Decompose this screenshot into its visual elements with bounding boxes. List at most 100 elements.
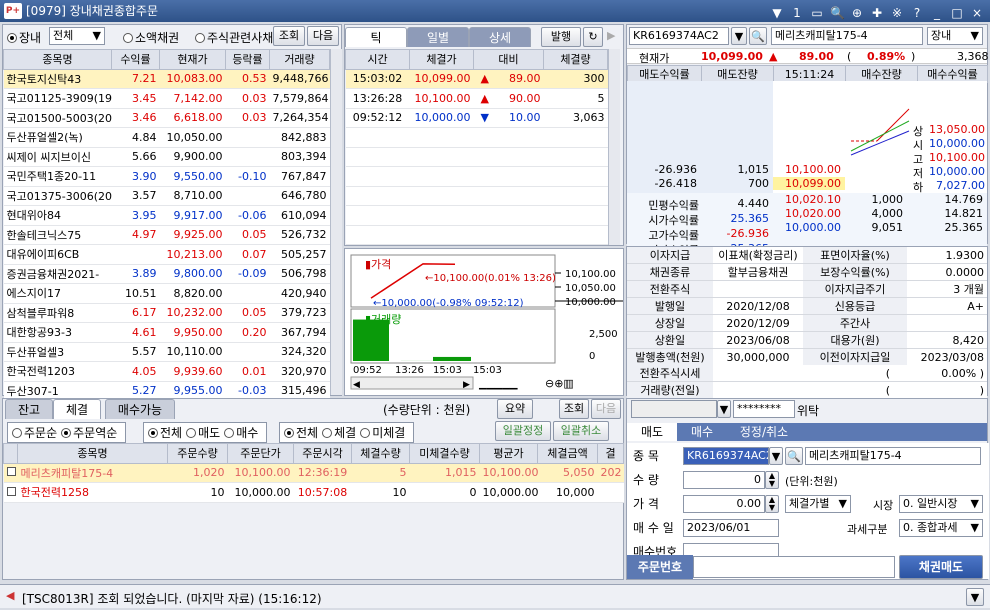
list-row[interactable]: 한솔테크닉스75 4.97 9,925.00 0.05 526,732 xyxy=(3,225,330,245)
tick-tab-2[interactable]: 상세 xyxy=(469,27,531,47)
fill-radio-1[interactable]: 체결 xyxy=(322,426,356,440)
tax-type-select[interactable]: 0. 종합과세 ▼ xyxy=(899,519,983,537)
market-type-select[interactable]: 0. 일반시장 ▼ xyxy=(899,495,983,513)
side-radio-0[interactable]: 전체 xyxy=(148,426,182,440)
list-header[interactable]: 수익률 xyxy=(111,49,160,70)
memo-icon[interactable]: ▼ xyxy=(770,2,784,24)
row-checkbox[interactable] xyxy=(3,463,18,483)
list-row[interactable]: 씨제이 씨지브이신 5.66 9,900.00 803,394 xyxy=(3,147,330,167)
sell-bond-button[interactable]: 채권매도 xyxy=(899,555,983,579)
buy-date-input[interactable]: 2023/06/01 xyxy=(683,519,779,537)
entry-search-icon[interactable]: 🔍 xyxy=(785,447,803,465)
order-row[interactable]: 메리츠캐피탈175-4 1,020 10,100.00 12:36:19 5 1,015 1… xyxy=(3,463,624,483)
bond-name: 두산퓨얼셀2(녹) xyxy=(3,127,112,148)
star-icon[interactable]: ※ xyxy=(890,2,904,24)
close-icon[interactable]: × xyxy=(970,2,984,24)
list-row[interactable]: 현대위아84 3.95 9,917.00 -0.06 610,094 xyxy=(3,205,330,226)
orders-query-button[interactable]: 조회 xyxy=(559,399,589,419)
minimize-icon[interactable]: _ xyxy=(930,2,944,24)
list-row[interactable]: 한국전력1203 4.05 9,939.60 0.01 320,970 xyxy=(3,361,330,382)
list-scrollbar[interactable] xyxy=(330,49,342,395)
list-row[interactable]: 한국토지신탁43 7.21 10,083.00 0.53 9,448,766 xyxy=(3,69,330,89)
order-row[interactable]: 한국전력1258 10 10,000.00 10:57:08 10 0 10,000.00 1… xyxy=(3,482,624,503)
entry-code-input[interactable]: KR6169374AC2 xyxy=(683,447,769,465)
restore-icon[interactable]: □ xyxy=(950,2,964,24)
tick-scrollbar[interactable] xyxy=(608,49,620,245)
zoom-out-icon[interactable]: ▭ xyxy=(810,2,824,24)
bond-name: 한국토지신탁43 xyxy=(3,69,112,89)
account-dropdown[interactable]: ▼ xyxy=(717,400,731,418)
tick-volume: 5 xyxy=(543,88,608,109)
add-icon[interactable]: ⊕ xyxy=(850,2,864,24)
price-type-select[interactable]: 체결가별 ▼ xyxy=(785,495,851,513)
list-header[interactable]: 종목명 xyxy=(3,49,112,70)
cell: 646,780 xyxy=(269,186,330,206)
list-row[interactable]: 두산퓨얼셀2(녹) 4.84 10,050.00 842,883 xyxy=(3,127,330,148)
quantity-stepper[interactable]: ▲ ▼ xyxy=(765,471,779,489)
status-dropdown[interactable]: ▼ xyxy=(966,588,984,606)
list-row[interactable]: 증권금융채권2021- 3.89 9,800.00 -0.09 506,798 xyxy=(3,264,330,284)
info-label: 신용등급 xyxy=(803,297,907,316)
filter-radio-0[interactable]: 장내 xyxy=(7,29,41,46)
entry-code-dropdown[interactable]: ▼ xyxy=(769,447,783,465)
orders-tab-0[interactable]: 잔고 xyxy=(5,399,53,419)
order-number-input[interactable] xyxy=(693,556,895,578)
orders-tab-2[interactable]: 매수가능 xyxy=(105,399,175,419)
bid-yield: 14.821 xyxy=(944,207,984,220)
select-all-checkbox[interactable] xyxy=(3,443,18,464)
cell: 9,448,766 xyxy=(269,69,330,89)
entry-tab-1[interactable]: 매수 xyxy=(677,423,727,441)
side-radio-2[interactable]: 매수 xyxy=(224,426,258,440)
issue-button[interactable]: 발행 xyxy=(541,27,581,47)
list-header[interactable]: 거래량 xyxy=(269,49,330,70)
side-radio-1[interactable]: 매도 xyxy=(186,426,220,440)
password-field[interactable]: ******** xyxy=(733,400,795,418)
fill-radio-0[interactable]: 전체 xyxy=(284,426,318,440)
list-row[interactable]: 두산퓨얼셀3 5.57 10,110.00 324,320 xyxy=(3,342,330,362)
zoom-in-icon[interactable]: 🔍 xyxy=(830,2,845,24)
code-input[interactable]: KR6169374AC2 xyxy=(629,27,729,45)
entry-tab-0[interactable]: 매도 xyxy=(627,423,677,441)
market-select[interactable]: 장내 ▼ xyxy=(927,27,983,45)
sort-radio-1[interactable]: 주문역순 xyxy=(61,426,117,440)
tick-tab-0[interactable]: 틱 xyxy=(345,27,407,47)
summary-button[interactable]: 요약 xyxy=(497,399,533,419)
list-row[interactable]: 대유에이피6CB 10,213.00 0.07 505,257 xyxy=(3,244,330,265)
sort-radio-0[interactable]: 주문순 xyxy=(12,426,57,440)
tick-tab-1[interactable]: 일별 xyxy=(407,27,469,47)
list-row[interactable]: 삼척블루파워8 6.17 10,232.00 0.05 379,723 xyxy=(3,303,330,323)
price-input[interactable]: 0.00 xyxy=(683,495,765,513)
row-checkbox[interactable] xyxy=(3,482,18,503)
list-next-button[interactable]: 다음 xyxy=(307,26,339,46)
pin-icon[interactable]: ✚ xyxy=(870,2,884,24)
list-header[interactable]: 등락률 xyxy=(225,49,270,70)
orders-tab-1[interactable]: 체결 xyxy=(53,399,101,419)
play-icon[interactable]: ▶ xyxy=(607,29,615,42)
bond-name: 국고01375-3006(20 xyxy=(3,186,112,206)
filter-radio-1[interactable]: 소액채권 xyxy=(123,29,179,46)
search-icon[interactable]: 🔍 xyxy=(749,27,767,45)
account-number[interactable] xyxy=(631,400,717,418)
price-stepper[interactable]: ▲ ▼ xyxy=(765,495,779,513)
info-value: ( xyxy=(713,365,893,383)
orders-next-button[interactable]: 다음 xyxy=(591,399,621,419)
refresh-icon[interactable]: ↻ xyxy=(583,27,603,47)
code-dropdown[interactable]: ▼ xyxy=(731,27,747,45)
list-row[interactable]: 국민주택1종20-11 3.90 9,550.00 -0.10 767,847 xyxy=(3,166,330,187)
1-icon[interactable]: 1 xyxy=(790,2,804,24)
list-header[interactable]: 현재가 xyxy=(159,49,226,70)
bulk-edit-button[interactable]: 일괄정정 xyxy=(495,421,551,441)
category-select[interactable]: 전체 ▼ xyxy=(49,27,105,45)
list-row[interactable]: 국고01500-5003(20 3.46 6,618.00 0.03 7,264,354 xyxy=(3,108,330,128)
list-query-button[interactable]: 조회 xyxy=(273,26,305,46)
filter-radio-2[interactable]: 주식관련사채 xyxy=(195,29,273,46)
bulk-cancel-button[interactable]: 일괄취소 xyxy=(553,421,609,441)
quantity-input[interactable]: 0 xyxy=(683,471,765,489)
list-row[interactable]: 대한항공93-3 4.61 9,950.00 0.20 367,794 xyxy=(3,322,330,343)
list-row[interactable]: 국고01125-3909(19 3.45 7,142.00 0.03 7,579,864 xyxy=(3,88,330,109)
fill-radio-2[interactable]: 미체결 xyxy=(360,426,405,440)
help-icon[interactable]: ? xyxy=(910,2,924,24)
list-row[interactable]: 국고01375-3006(20 3.57 8,710.00 646,780 xyxy=(3,186,330,206)
entry-tab-2[interactable]: 정정/취소 xyxy=(727,423,801,441)
list-row[interactable]: 에스지이17 10.51 8,820.00 420,940 xyxy=(3,283,330,304)
